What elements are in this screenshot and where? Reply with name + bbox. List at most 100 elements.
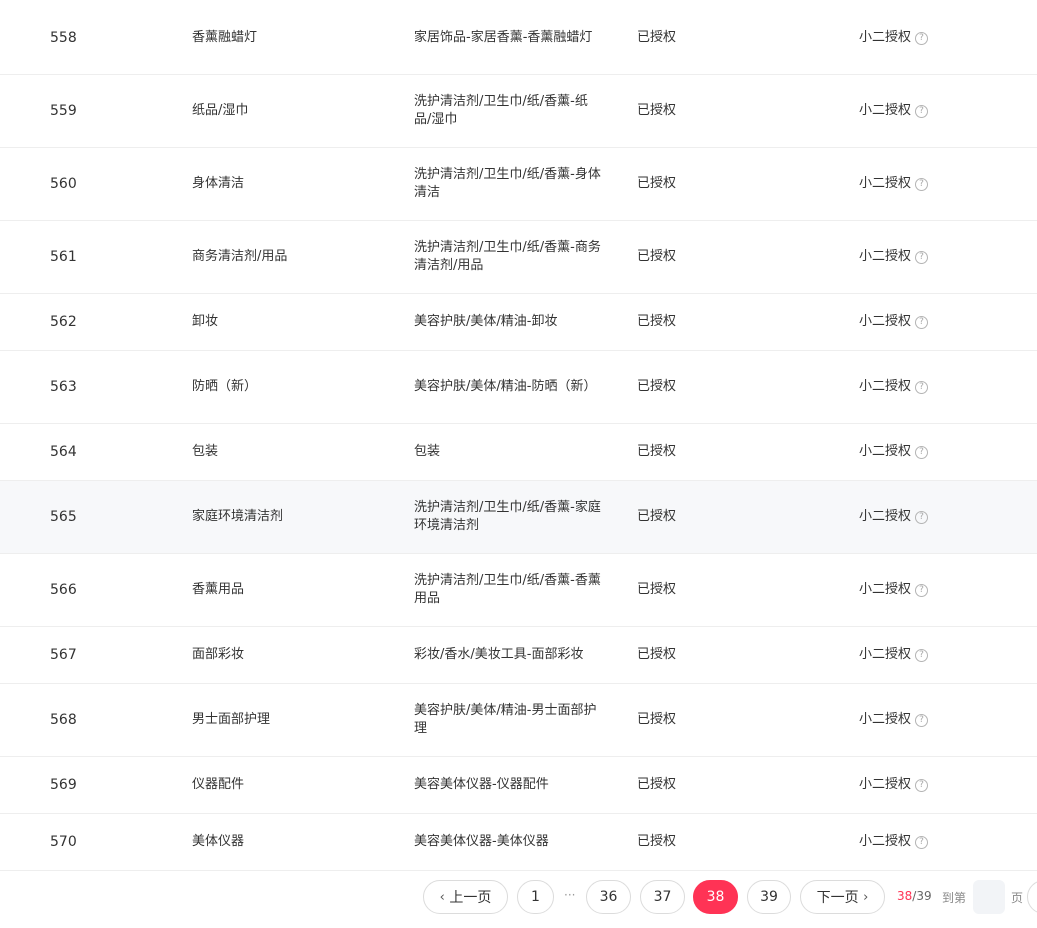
row-category-name: 美体仪器 — [192, 834, 245, 849]
row-status: 已授权 — [637, 176, 677, 191]
question-circle-icon[interactable]: ? — [915, 648, 929, 662]
row-status: 已授权 — [637, 509, 677, 524]
row-auth: 小二授权? — [859, 443, 1037, 461]
row-auth-label: 小二授权 — [859, 444, 912, 459]
row-category-name: 家庭环境清洁剂 — [192, 509, 284, 524]
row-auth: 小二授权? — [859, 313, 1037, 331]
row-auth-label: 小二授权 — [859, 30, 912, 45]
current-page-number: 38 — [897, 889, 913, 903]
prev-page-button[interactable]: ‹ 上一页 — [423, 880, 508, 914]
row-category-name: 香薰融蜡灯 — [192, 30, 258, 45]
row-category-path: 美容美体仪器-仪器配件 — [414, 777, 549, 792]
row-category-name: 防晒（新） — [192, 379, 258, 394]
pagination: ‹ 上一页 1 ··· 36 37 38 39 下一页 › 38/39 到第 页 — [0, 878, 1037, 918]
row-id: 558 — [50, 30, 77, 46]
row-id: 564 — [50, 444, 77, 460]
goto-page-input[interactable] — [973, 880, 1005, 914]
row-category-name: 纸品/湿巾 — [192, 103, 249, 118]
row-status: 已授权 — [637, 777, 677, 792]
row-category-path: 彩妆/香水/美妆工具-面部彩妆 — [414, 647, 584, 662]
table-row: 564 包装 包装 已授权 小二授权? — [0, 424, 1037, 481]
next-page-label: 下一页 — [816, 890, 859, 906]
row-id: 567 — [50, 647, 77, 663]
row-auth: 小二授权? — [859, 102, 1037, 120]
row-category-path: 美容护肤/美体/精油-男士面部护理 — [414, 703, 597, 736]
row-auth-label: 小二授权 — [859, 176, 912, 191]
question-circle-icon[interactable]: ? — [915, 835, 929, 849]
question-circle-icon[interactable]: ? — [915, 713, 929, 727]
row-id: 563 — [50, 379, 77, 395]
row-auth-label: 小二授权 — [859, 249, 912, 264]
row-id: 560 — [50, 176, 77, 192]
row-auth: 小二授权? — [859, 711, 1037, 729]
question-circle-icon[interactable]: ? — [915, 510, 929, 524]
row-category-name: 包装 — [192, 444, 219, 459]
row-auth: 小二授权? — [859, 833, 1037, 851]
row-id: 566 — [50, 582, 77, 598]
question-circle-icon[interactable]: ? — [915, 315, 929, 329]
page-indicator: 38/39 — [897, 889, 932, 903]
row-id: 561 — [50, 249, 77, 265]
goto-confirm-button[interactable] — [1027, 880, 1037, 914]
table-row: 559 纸品/湿巾 洗护清洁剂/卫生巾/纸/香薰-纸品/湿巾 已授权 小二授权? — [0, 75, 1037, 148]
row-category-path: 洗护清洁剂/卫生巾/纸/香薰-家庭环境清洁剂 — [414, 500, 601, 533]
row-auth-label: 小二授权 — [859, 509, 912, 524]
question-circle-icon[interactable]: ? — [915, 445, 929, 459]
row-category-path: 洗护清洁剂/卫生巾/纸/香薰-商务清洁剂/用品 — [414, 240, 601, 273]
table-row: 569 仪器配件 美容美体仪器-仪器配件 已授权 小二授权? — [0, 757, 1037, 814]
row-auth-label: 小二授权 — [859, 834, 912, 849]
row-category-name: 仪器配件 — [192, 777, 245, 792]
question-circle-icon[interactable]: ? — [915, 380, 929, 394]
row-auth-label: 小二授权 — [859, 712, 912, 727]
row-category-path: 包装 — [414, 444, 441, 459]
page-button-39[interactable]: 39 — [747, 880, 791, 914]
row-category-path: 美容护肤/美体/精油-防晒（新） — [414, 379, 597, 394]
row-id: 562 — [50, 314, 77, 330]
row-auth-label: 小二授权 — [859, 647, 912, 662]
table-row: 568 男士面部护理 美容护肤/美体/精油-男士面部护理 已授权 小二授权? — [0, 684, 1037, 757]
prev-page-label: 上一页 — [449, 890, 492, 906]
next-page-button[interactable]: 下一页 › — [800, 880, 885, 914]
chevron-right-icon: › — [863, 889, 869, 905]
question-circle-icon[interactable]: ? — [915, 177, 929, 191]
row-category-name: 男士面部护理 — [192, 712, 271, 727]
goto-label: 到第 — [942, 891, 967, 905]
row-category-name: 面部彩妆 — [192, 647, 245, 662]
total-pages-number: 39 — [916, 889, 932, 903]
page-unit-label: 页 — [1011, 891, 1024, 905]
row-category-path: 洗护清洁剂/卫生巾/纸/香薰-纸品/湿巾 — [414, 94, 588, 127]
row-auth: 小二授权? — [859, 175, 1037, 193]
row-status: 已授权 — [637, 314, 677, 329]
row-category-path: 洗护清洁剂/卫生巾/纸/香薰-香薰用品 — [414, 573, 601, 606]
row-category-name: 香薰用品 — [192, 582, 245, 597]
row-category-path: 美容护肤/美体/精油-卸妆 — [414, 314, 558, 329]
row-auth: 小二授权? — [859, 776, 1037, 794]
page-button-38-current[interactable]: 38 — [693, 880, 738, 914]
row-auth: 小二授权? — [859, 581, 1037, 599]
row-auth: 小二授权? — [859, 248, 1037, 266]
row-auth: 小二授权? — [859, 29, 1037, 47]
row-category-name: 身体清洁 — [192, 176, 245, 191]
page-button-36[interactable]: 36 — [586, 880, 631, 914]
row-auth: 小二授权? — [859, 508, 1037, 526]
table-row: 560 身体清洁 洗护清洁剂/卫生巾/纸/香薰-身体清洁 已授权 小二授权? — [0, 148, 1037, 221]
row-category-path: 洗护清洁剂/卫生巾/纸/香薰-身体清洁 — [414, 167, 601, 200]
pagination-ellipsis: ··· — [564, 888, 576, 902]
row-category-name: 商务清洁剂/用品 — [192, 249, 288, 264]
question-circle-icon[interactable]: ? — [915, 250, 929, 264]
page-button-1[interactable]: 1 — [517, 880, 554, 914]
question-circle-icon[interactable]: ? — [915, 104, 929, 118]
row-status: 已授权 — [637, 249, 677, 264]
table-row: 567 面部彩妆 彩妆/香水/美妆工具-面部彩妆 已授权 小二授权? — [0, 627, 1037, 684]
row-status: 已授权 — [637, 712, 677, 727]
question-circle-icon[interactable]: ? — [915, 31, 929, 45]
row-auth: 小二授权? — [859, 378, 1037, 396]
page-button-37[interactable]: 37 — [640, 880, 685, 914]
question-circle-icon[interactable]: ? — [915, 583, 929, 597]
row-auth-label: 小二授权 — [859, 103, 912, 118]
row-auth-label: 小二授权 — [859, 777, 912, 792]
row-status: 已授权 — [637, 582, 677, 597]
row-id: 568 — [50, 712, 77, 728]
row-status: 已授权 — [637, 30, 677, 45]
question-circle-icon[interactable]: ? — [915, 778, 929, 792]
